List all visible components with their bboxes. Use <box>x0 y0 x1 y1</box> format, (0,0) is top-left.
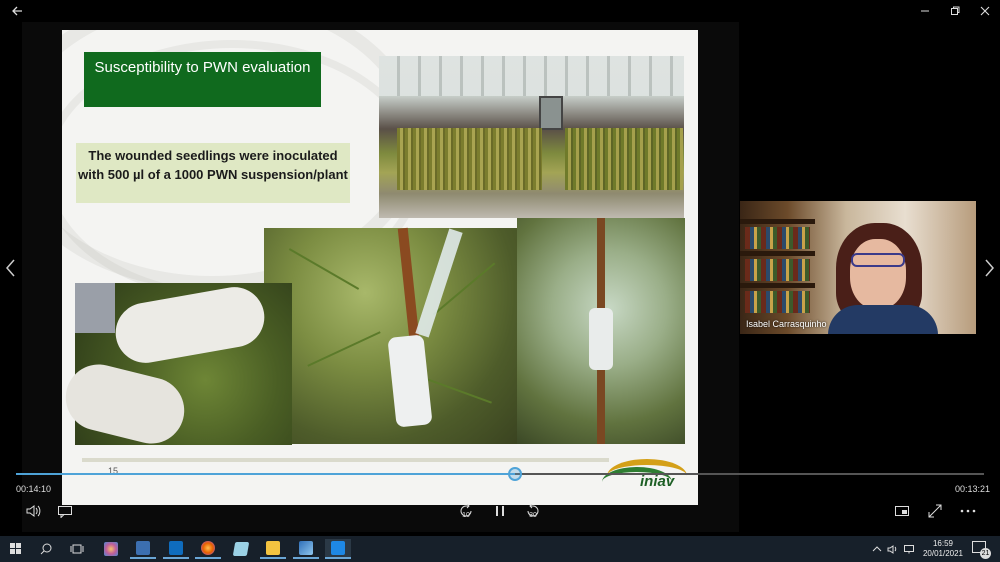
remaining-time: 00:13:21 <box>955 484 991 494</box>
iniav-logo: iniav <box>602 455 692 500</box>
close-icon[interactable] <box>970 0 1000 22</box>
notes-app-icon[interactable] <box>228 539 254 559</box>
network-icon[interactable] <box>903 536 915 562</box>
file-explorer-icon[interactable] <box>260 539 286 559</box>
taskbar-clock[interactable]: 16:59 20/01/2021 <box>918 539 968 559</box>
gloved-hands-photo <box>62 282 292 451</box>
next-arrow-icon[interactable] <box>984 258 996 284</box>
outlook-app-icon[interactable] <box>163 539 189 559</box>
photos-app-icon[interactable] <box>293 539 319 559</box>
elapsed-time: 00:14:10 <box>16 484 52 494</box>
seek-thumb[interactable] <box>507 467 522 481</box>
taskbar: 16:59 20/01/2021 21 <box>0 536 1000 562</box>
glasses <box>851 253 905 267</box>
seek-bar[interactable] <box>16 467 984 481</box>
firefox-app-icon[interactable] <box>195 539 221 559</box>
search-icon[interactable] <box>33 539 59 559</box>
miniplayer-icon[interactable] <box>891 502 913 520</box>
volume-icon[interactable] <box>22 502 44 520</box>
rewind-seconds: 10 <box>462 512 470 519</box>
media-player-window: Susceptibility to PWN evaluation The wou… <box>0 0 1000 536</box>
inoculation-photo <box>264 227 517 444</box>
participant-name: Isabel Carrasquinho <box>746 319 827 329</box>
captions-icon[interactable] <box>54 502 76 520</box>
clock-time: 16:59 <box>932 539 954 548</box>
windows-start-icon[interactable] <box>3 539 29 559</box>
presentation-slide: Susceptibility to PWN evaluation The wou… <box>62 30 698 505</box>
forward-icon[interactable]: 30 <box>522 502 544 520</box>
restore-icon[interactable] <box>940 0 970 22</box>
rewind-icon[interactable]: 10 <box>455 502 477 520</box>
notification-count: 21 <box>980 548 991 559</box>
back-arrow-icon[interactable] <box>2 0 32 22</box>
title-bar <box>0 0 1000 22</box>
paint-app-icon[interactable] <box>98 539 124 559</box>
seek-bar-fill <box>16 473 515 475</box>
greenhouse-photo <box>379 56 684 218</box>
speaker-icon[interactable] <box>887 536 899 562</box>
fullscreen-icon[interactable] <box>924 502 946 520</box>
logo-text: iniav <box>640 473 675 490</box>
clock-date: 20/01/2021 <box>922 549 964 558</box>
tray-chevron-icon[interactable] <box>872 536 882 562</box>
wrapped-seedling-photo <box>517 218 685 444</box>
more-icon[interactable] <box>957 502 979 520</box>
participant-video: Isabel Carrasquinho <box>740 201 976 334</box>
slide-progress-line <box>82 458 609 462</box>
task-view-icon[interactable] <box>64 539 90 559</box>
calculator-app-icon[interactable] <box>130 539 156 559</box>
previous-arrow-icon[interactable] <box>4 258 16 284</box>
slide-note: The wounded seedlings were inoculated wi… <box>76 143 350 203</box>
minimize-icon[interactable] <box>910 0 940 22</box>
media-player-app-icon[interactable] <box>325 539 351 559</box>
forward-seconds: 30 <box>529 512 537 519</box>
slide-title: Susceptibility to PWN evaluation <box>84 52 321 107</box>
video-frame[interactable]: Susceptibility to PWN evaluation The wou… <box>22 22 739 532</box>
pause-icon[interactable] <box>489 502 511 520</box>
